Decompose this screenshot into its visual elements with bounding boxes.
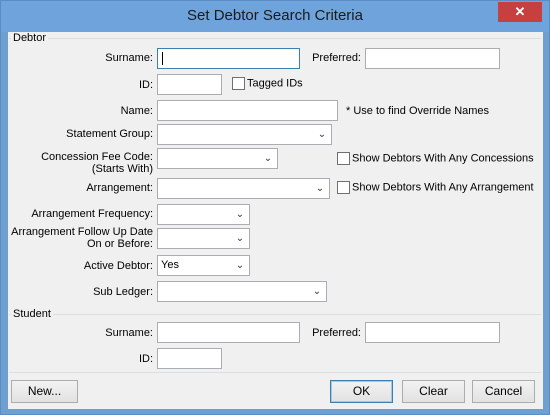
dialog-body: Debtor Surname: Preferred: ID: Tagged ID…: [8, 32, 543, 409]
active-debtor-select[interactable]: Yes ⌄: [157, 255, 250, 276]
student-group-line: [9, 314, 541, 315]
new-button[interactable]: New...: [11, 380, 78, 403]
active-debtor-value: Yes: [161, 259, 179, 271]
debtor-name-label: Name:: [120, 105, 153, 117]
debtor-group-title: Debtor: [11, 32, 49, 44]
followup-date-select[interactable]: ⌄: [157, 228, 250, 249]
active-debtor-label: Active Debtor:: [83, 260, 153, 272]
concession-label: Concession Fee Code: (Starts With): [8, 151, 153, 175]
dialog-window: Set Debtor Search Criteria ✕ Debtor Surn…: [0, 0, 550, 415]
window-title: Set Debtor Search Criteria: [187, 7, 363, 24]
statement-group-select[interactable]: ⌄: [157, 124, 332, 145]
chevron-down-icon: ⌄: [235, 260, 245, 271]
student-id-label: ID:: [138, 353, 153, 365]
chevron-down-icon: ⌄: [312, 286, 322, 297]
sub-ledger-select[interactable]: ⌄: [157, 281, 327, 302]
chevron-down-icon: ⌄: [263, 153, 273, 164]
concession-label-line1: Concession Fee Code:: [41, 151, 153, 163]
followup-label-line2: On or Before:: [86, 238, 153, 250]
arrangement-frequency-label: Arrangement Frequency:: [31, 208, 153, 220]
arrangement-select[interactable]: ⌄: [157, 178, 330, 199]
student-preferred-input[interactable]: [365, 322, 500, 343]
checkbox-box[interactable]: [337, 181, 350, 194]
student-preferred-label: Preferred:: [312, 327, 361, 339]
student-group-title: Student: [11, 308, 53, 320]
debtor-preferred-label: Preferred:: [312, 52, 361, 64]
tagged-ids-label: Tagged IDs: [247, 77, 303, 90]
debtor-id-label: ID:: [138, 79, 153, 91]
debtor-surname-label: Surname:: [105, 52, 153, 64]
close-button[interactable]: ✕: [498, 2, 542, 22]
statement-group-label: Statement Group:: [66, 128, 153, 140]
chevron-down-icon: ⌄: [317, 129, 327, 140]
arrangement-frequency-select[interactable]: ⌄: [157, 204, 250, 225]
arrangement-label: Arrangement:: [86, 182, 153, 194]
followup-label-line1: Arrangement Follow Up Date: [11, 226, 153, 238]
checkbox-box[interactable]: [232, 77, 245, 90]
show-arrangement-checkbox[interactable]: Show Debtors With Any Arrangement: [337, 181, 534, 194]
chevron-down-icon: ⌄: [235, 233, 245, 244]
clear-button[interactable]: Clear: [402, 380, 465, 403]
show-arrangement-label: Show Debtors With Any Arrangement: [352, 181, 534, 194]
debtor-group-line: [9, 38, 541, 39]
cancel-button[interactable]: Cancel: [472, 380, 535, 403]
show-concessions-label: Show Debtors With Any Concessions: [352, 152, 534, 165]
student-surname-input[interactable]: [157, 322, 300, 343]
chevron-down-icon: ⌄: [315, 183, 325, 194]
debtor-name-input[interactable]: [157, 100, 338, 121]
debtor-id-input[interactable]: [157, 74, 222, 95]
show-concessions-checkbox[interactable]: Show Debtors With Any Concessions: [337, 152, 534, 165]
name-note: * Use to find Override Names: [346, 105, 490, 117]
student-id-input[interactable]: [157, 348, 222, 369]
sub-ledger-label: Sub Ledger:: [93, 286, 153, 298]
concession-label-line2: (Starts With): [91, 163, 153, 175]
followup-label: Arrangement Follow Up Date On or Before:: [8, 226, 153, 250]
checkbox-box[interactable]: [337, 152, 350, 165]
text-caret: [162, 52, 163, 65]
chevron-down-icon: ⌄: [235, 209, 245, 220]
debtor-preferred-input[interactable]: [365, 48, 500, 69]
student-surname-label: Surname:: [105, 327, 153, 339]
tagged-ids-checkbox[interactable]: Tagged IDs: [232, 77, 303, 90]
footer-divider: [9, 372, 541, 373]
debtor-surname-input[interactable]: [157, 48, 300, 69]
close-icon: ✕: [514, 4, 526, 19]
ok-button[interactable]: OK: [330, 380, 393, 403]
concession-fee-code-select[interactable]: ⌄: [157, 148, 278, 169]
title-bar[interactable]: Set Debtor Search Criteria ✕: [1, 1, 549, 32]
